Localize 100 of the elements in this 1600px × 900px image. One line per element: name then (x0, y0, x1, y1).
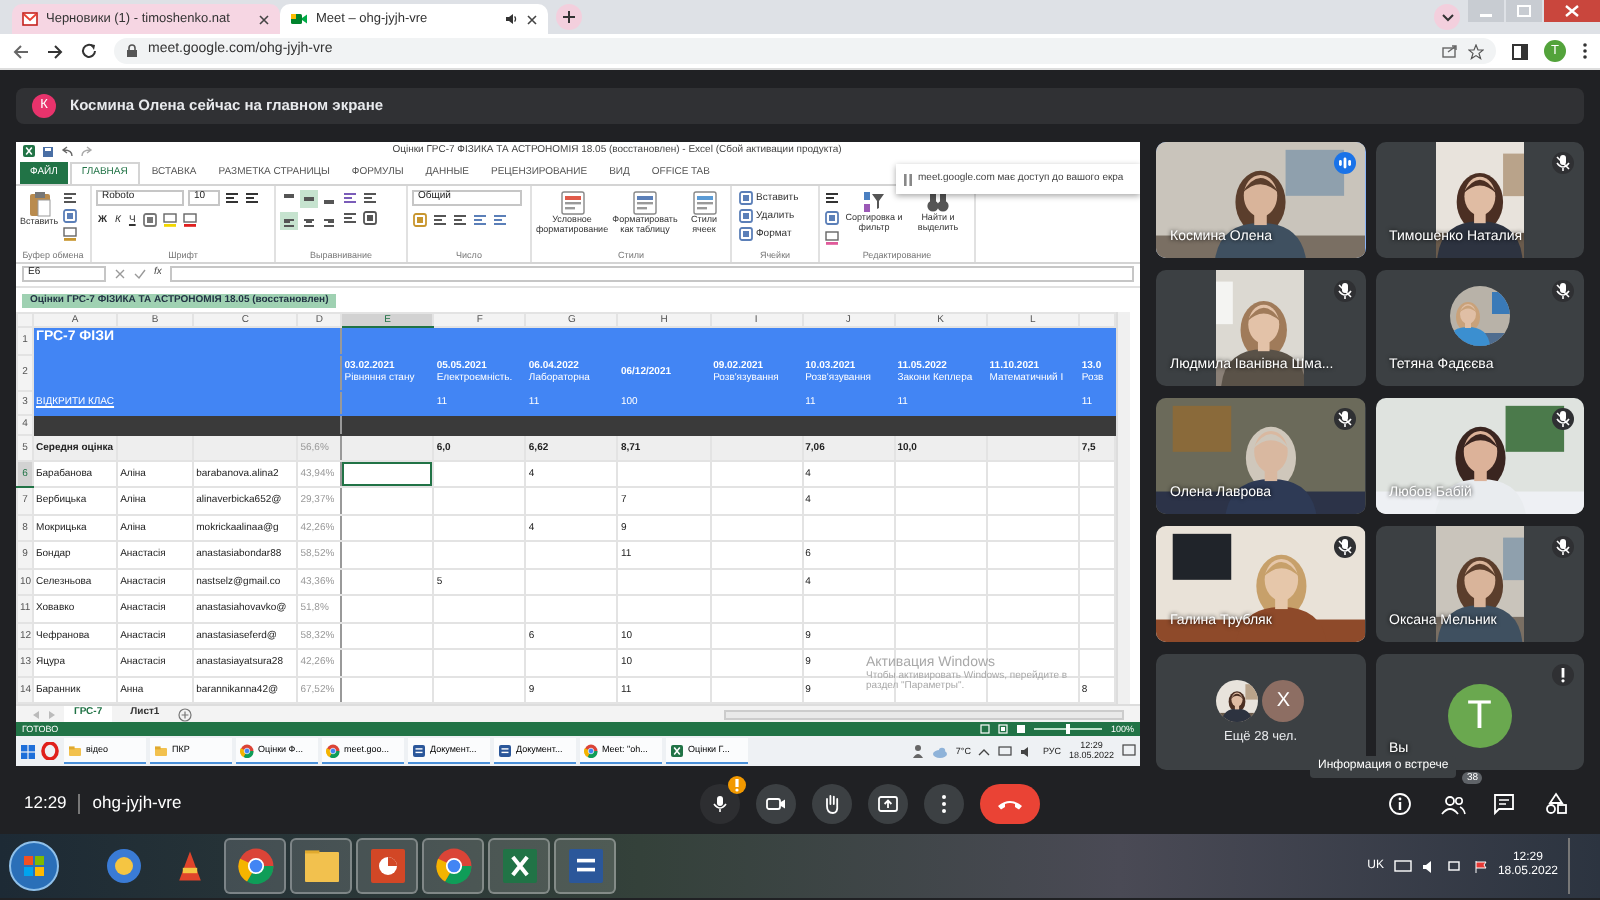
start-button-icon[interactable] (8, 840, 60, 892)
folder-icon (68, 743, 82, 758)
shapes-icon (1544, 792, 1568, 816)
fill-color-icon[interactable] (161, 211, 178, 228)
save-icon[interactable] (42, 145, 54, 158)
folder-icon (154, 743, 168, 758)
mic-off-icon (1333, 280, 1355, 302)
close-icon[interactable] (526, 13, 538, 25)
chrome-icon (240, 743, 254, 758)
font-color-icon[interactable] (181, 211, 198, 228)
formula-field[interactable] (169, 266, 1134, 283)
chrome-icon (435, 848, 471, 884)
speaker-icon (504, 12, 518, 26)
cancel-icon[interactable] (114, 268, 126, 281)
align-middle-button[interactable] (300, 189, 318, 208)
share-icon[interactable] (1442, 44, 1458, 58)
close-icon[interactable] (1544, 0, 1600, 22)
menu-icon[interactable] (1582, 42, 1588, 60)
align-left-button[interactable] (280, 211, 298, 230)
raise-hand-button[interactable] (812, 784, 853, 824)
horizontal-scrollbar[interactable] (724, 709, 1124, 720)
keyboard-icon[interactable] (1393, 860, 1412, 872)
taskbar-app[interactable] (422, 838, 484, 894)
info-icon (1388, 792, 1412, 816)
new-tab-button[interactable] (556, 4, 582, 30)
avatar: T (1447, 684, 1512, 748)
sort-filter-icon (862, 189, 886, 214)
camera-icon (764, 792, 789, 816)
clipboard-icon (27, 189, 52, 218)
present-icon (876, 792, 901, 816)
chrome-icon (584, 743, 598, 758)
present-button[interactable] (868, 784, 909, 824)
people-icon (1439, 793, 1465, 815)
alert-icon (1552, 664, 1574, 686)
indent-icon[interactable] (342, 209, 358, 226)
video-camera-icon (290, 12, 308, 26)
phone-hangup-icon (996, 796, 1025, 812)
reload-icon[interactable] (80, 42, 98, 60)
more-icon (940, 792, 949, 816)
chrome-icon (237, 848, 273, 884)
sidebar-icon[interactable] (1512, 43, 1528, 59)
binoculars-icon (926, 189, 950, 214)
table-format-icon (632, 189, 658, 216)
excel-icon (670, 743, 684, 758)
opera-icon[interactable] (40, 742, 60, 761)
taskbar-app[interactable] (554, 838, 616, 894)
cell-cursor[interactable] (341, 460, 434, 488)
lock-icon (126, 44, 138, 58)
taskbar-app[interactable] (290, 838, 352, 894)
tab-search-button[interactable] (1434, 4, 1460, 30)
align-center-icon (302, 213, 316, 228)
vertical-scrollbar[interactable] (1116, 311, 1130, 705)
mail-icon (22, 12, 38, 26)
tray-chevron-icon[interactable] (978, 747, 991, 756)
word-icon (567, 848, 603, 884)
network-icon[interactable] (998, 745, 1013, 758)
chevron-down-icon (1441, 13, 1453, 21)
more-options-button[interactable] (924, 784, 965, 824)
plus-icon (562, 10, 576, 24)
mic-off-icon (1552, 536, 1574, 558)
mic-off-icon (1333, 408, 1355, 430)
page-break-icon[interactable] (1016, 724, 1027, 735)
star-icon[interactable] (1468, 43, 1484, 59)
word-icon (498, 743, 512, 758)
add-sheet-icon[interactable] (177, 707, 192, 722)
mic-off-icon (1333, 536, 1355, 558)
undo-icon[interactable] (60, 145, 74, 158)
normal-view-icon[interactable] (980, 724, 991, 735)
forward-icon[interactable] (46, 43, 64, 59)
flag-icon[interactable] (1473, 859, 1488, 873)
powerpoint-icon (369, 848, 405, 884)
zoom-thumb[interactable] (1066, 724, 1071, 735)
cell-styles-icon (691, 189, 717, 216)
chat-icon (1492, 792, 1516, 816)
conditional-format-icon (559, 189, 585, 216)
mic-off-icon (1552, 280, 1574, 302)
taskbar-app[interactable] (356, 838, 418, 894)
taskbar-app[interactable] (224, 838, 286, 894)
meeting-time: 12:29 (24, 794, 67, 814)
back-icon[interactable] (12, 43, 30, 59)
network-icon[interactable] (1447, 859, 1464, 873)
meeting-code: ohg-jyjh-vre (78, 794, 182, 814)
avatar: X (1262, 679, 1305, 722)
windows-icon[interactable] (20, 743, 36, 760)
leave-call-button[interactable] (980, 784, 1041, 824)
page-layout-icon[interactable] (998, 724, 1009, 735)
globe-icon (105, 848, 141, 884)
speaking-icon (1333, 152, 1355, 174)
mic-off-icon (1552, 408, 1574, 430)
align-right-icon (322, 213, 336, 228)
close-icon[interactable] (258, 13, 270, 25)
taskbar-app[interactable] (488, 838, 550, 894)
word-icon (412, 743, 426, 758)
align-left-icon (282, 213, 296, 228)
person-icon[interactable] (911, 744, 924, 759)
enter-icon[interactable] (134, 268, 146, 281)
borders-icon[interactable] (141, 211, 158, 228)
notification-icon[interactable] (1122, 744, 1136, 759)
camera-button[interactable] (756, 784, 797, 824)
folder-icon (303, 848, 339, 884)
